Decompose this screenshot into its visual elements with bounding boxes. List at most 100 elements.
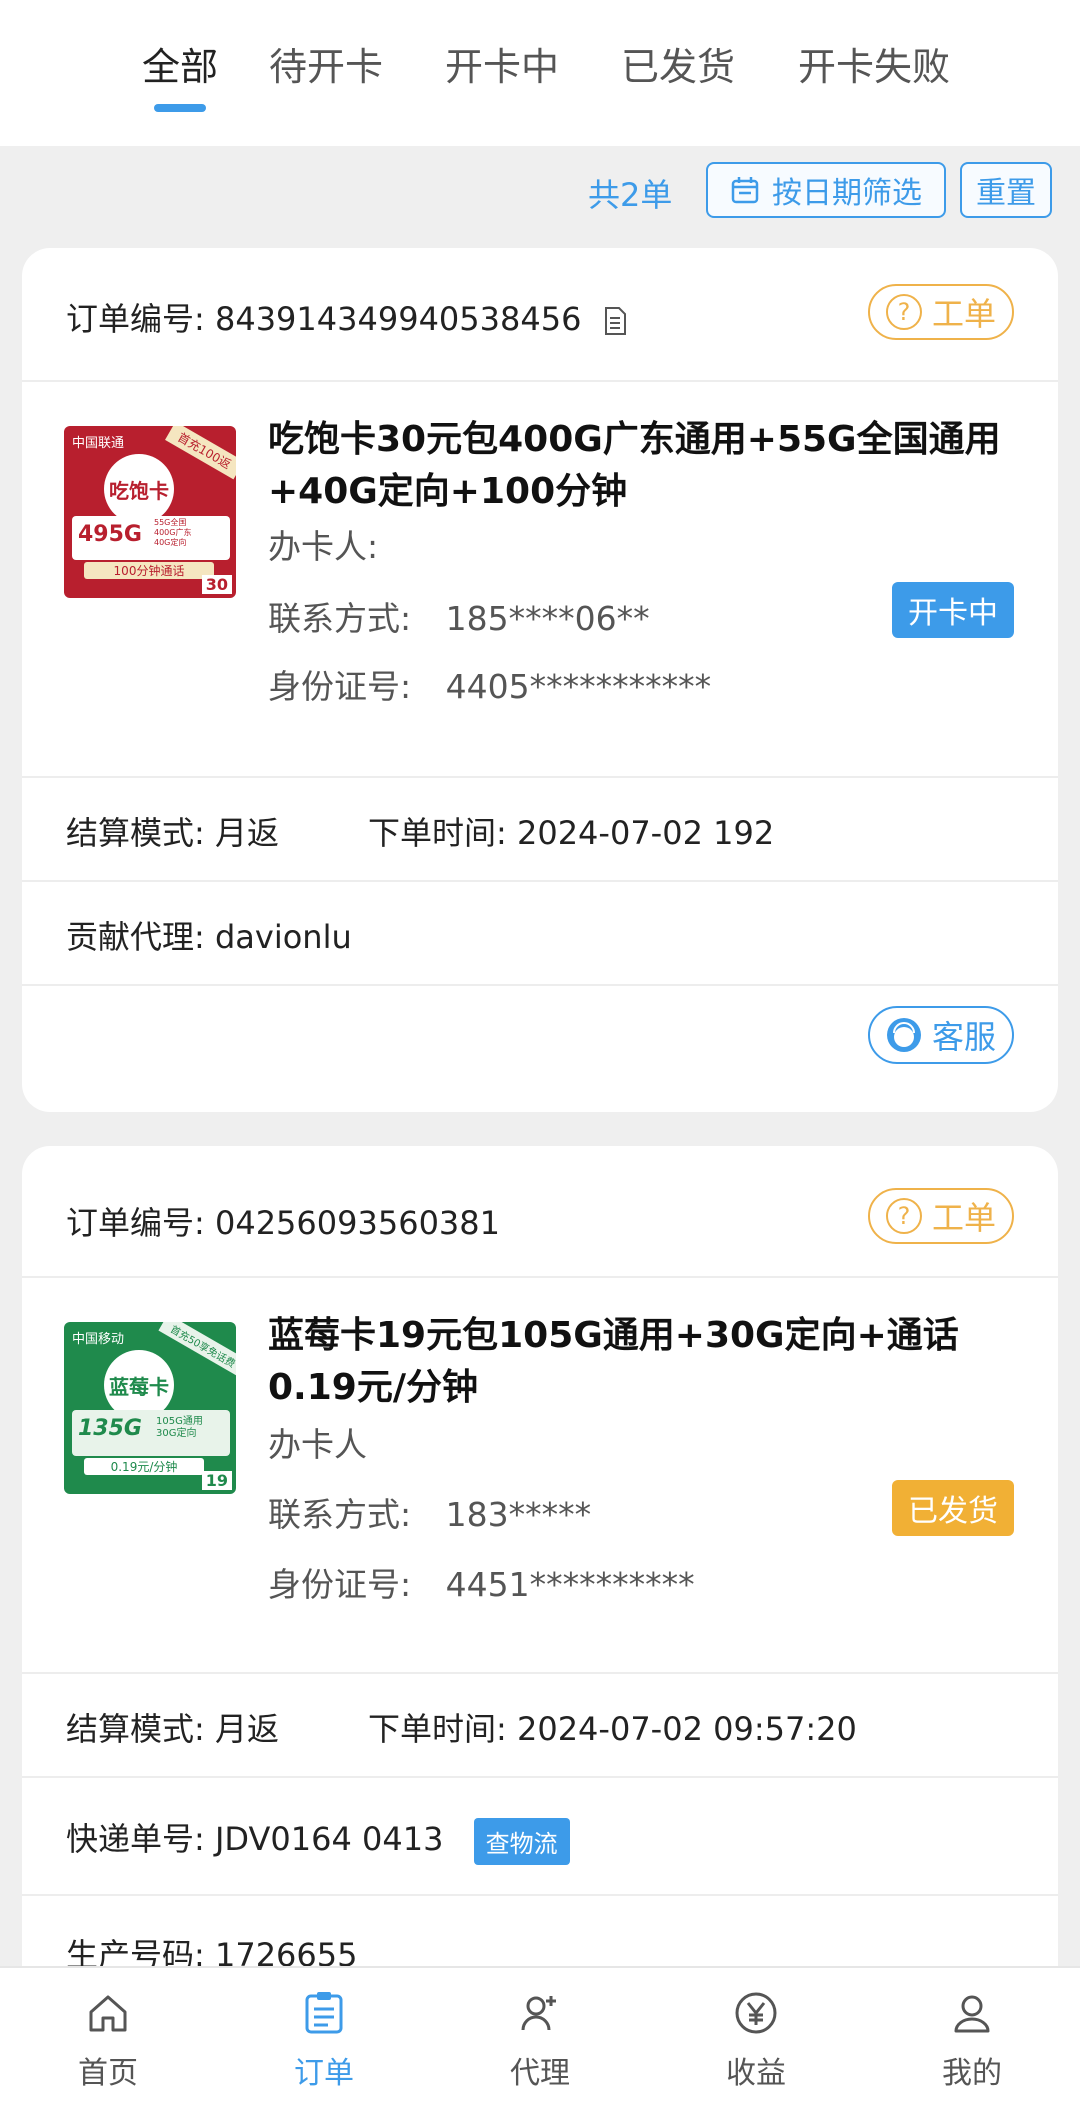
order-time-label: 下单时间: [368, 1710, 507, 1748]
bottom-nav: 首页 订单 代理 收益 我的 [0, 1966, 1080, 2126]
service-label: 客服 [931, 1018, 996, 1056]
service-row: 客服 [22, 984, 1058, 1112]
nav-label: 代理 [510, 2056, 570, 2091]
order-time-label: 下单时间: [368, 814, 507, 852]
card-detail-lines: 105G通用 30G定向 [156, 1416, 203, 1439]
carrier-logo: 中国移动 [72, 1332, 125, 1347]
order-time: 下单时间: 2024-07-02 192 [368, 808, 774, 854]
nav-agent[interactable]: 代理 [480, 1984, 600, 2092]
track-logistics-button[interactable]: 查物流 [473, 1817, 570, 1865]
product-image: 中国移动 首充50享免话费 蓝莓卡 135G 105G通用 30G定向 0.19… [64, 1322, 236, 1494]
status-badge: 开卡中 [892, 582, 1014, 638]
nav-label: 我的 [942, 2056, 1002, 2091]
tab-active-indicator [154, 104, 206, 112]
calendar-icon [731, 177, 759, 204]
settle-row: 结算模式: 月返 下单时间: 2024-07-02 09:57:20 [22, 1672, 1058, 1776]
nav-mine[interactable]: 我的 [912, 1984, 1032, 2092]
product-image: 中国联通 首充100返 吃饱卡 495G 55G全国 400G广东 40G定向 … [64, 426, 236, 598]
date-filter-label: 按日期筛选 [772, 176, 922, 211]
order-header: 订单编号: 843914349940538456 ? 工单 [22, 248, 1058, 380]
reset-button[interactable]: 重置 [960, 162, 1052, 218]
order-number-value: 843914349940538456 [214, 300, 582, 338]
product-title: 蓝莓卡19元包105G通用+30G定向+通话0.19元/分钟 [268, 1315, 959, 1408]
date-filter-button[interactable]: 按日期筛选 [706, 162, 946, 218]
express-row: 快递单号: JDV0164 0413 查物流 [22, 1776, 1058, 1894]
user-icon [954, 1995, 990, 2033]
order-header: 订单编号: 04256093560381 ? 工单 [22, 1146, 1058, 1276]
ticket-button[interactable]: ? 工单 [868, 284, 1014, 340]
settle-label: 结算模式: [66, 1710, 205, 1748]
carrier-logo: 中国联通 [72, 436, 125, 451]
nav-earnings[interactable]: 收益 [696, 1984, 816, 2092]
tab-label: 开卡中 [444, 45, 559, 89]
agent-info: 贡献代理: davionlu [66, 912, 352, 958]
id-line: 身份证号: 4451********** [268, 1558, 695, 1606]
product-title: 吃饱卡30元包400G广东通用+55G全国通用+40G定向+100分钟 [268, 419, 1001, 512]
order-number: 订单编号: 04256093560381 [66, 1198, 500, 1244]
order-time-value: 2024-07-02 192 [516, 814, 775, 852]
card-price: 30 [201, 575, 232, 594]
tab-failed[interactable]: 开卡失败 [792, 36, 956, 116]
contact-value: 185****06** [445, 599, 650, 638]
settle-label: 结算模式: [66, 814, 205, 852]
order-number-value: 04256093560381 [214, 1204, 500, 1242]
question-icon: ? [885, 294, 922, 330]
express-value: JDV0164 0413 [214, 1820, 444, 1858]
holder-line: 办卡人 [268, 1418, 367, 1466]
nav-orders[interactable]: 订单 [264, 1984, 384, 2092]
copy-icon[interactable] [602, 306, 628, 336]
contact-label: 联系方式: [268, 1495, 412, 1534]
card-call-info: 100分钟通话 [84, 562, 214, 579]
product-section: 中国移动 首充50享免话费 蓝莓卡 135G 105G通用 30G定向 0.19… [22, 1276, 1058, 1672]
status-badge: 已发货 [892, 1480, 1014, 1536]
contact-line: 联系方式: 183***** [268, 1488, 591, 1536]
tab-activating[interactable]: 开卡中 [440, 36, 564, 116]
tab-label: 全部 [141, 45, 218, 89]
card-call-info: 0.19元/分钟 [84, 1458, 204, 1475]
tab-label: 待开卡 [268, 45, 383, 89]
id-value: 4405*********** [445, 667, 712, 706]
home-icon [89, 1995, 127, 2032]
card-name: 吃饱卡 [104, 454, 174, 524]
headset-icon [886, 1018, 921, 1052]
nav-label: 首页 [78, 2056, 138, 2091]
card-data-amount: 135G [78, 1416, 142, 1441]
holder-label: 办卡人: [268, 527, 379, 566]
agent-value: davionlu [214, 918, 352, 956]
tab-pending[interactable]: 待开卡 [264, 36, 388, 116]
contact-label: 联系方式: [268, 599, 412, 638]
settle-value: 月返 [214, 814, 279, 852]
settle-row: 结算模式: 月返 下单时间: 2024-07-02 192 [22, 776, 1058, 880]
add-user-icon [521, 1996, 556, 2031]
settle-value: 月返 [214, 1710, 279, 1748]
tab-shipped[interactable]: 已发货 [616, 36, 740, 116]
express-label: 快递单号: [66, 1820, 205, 1858]
tab-all[interactable]: 全部 [130, 36, 230, 116]
ticket-label: 工单 [931, 295, 996, 333]
agent-label: 贡献代理: [66, 918, 205, 956]
contact-value: 183***** [445, 1495, 592, 1534]
card-price: 19 [201, 1471, 232, 1490]
id-label: 身份证号: [268, 667, 412, 706]
order-number-label: 订单编号: [66, 1204, 205, 1242]
tab-label: 已发货 [620, 45, 735, 89]
order-number: 订单编号: 843914349940538456 [66, 294, 628, 340]
contact-line: 联系方式: 185****06** [268, 592, 650, 640]
id-label: 身份证号: [268, 1565, 412, 1604]
question-icon: ? [885, 1198, 922, 1234]
settle-mode: 结算模式: 月返 [66, 1704, 279, 1750]
settle-mode: 结算模式: 月返 [66, 808, 279, 854]
ticket-button[interactable]: ? 工单 [868, 1188, 1014, 1244]
holder-label: 办卡人 [268, 1425, 367, 1464]
status-tabs: 全部 待开卡 开卡中 已发货 开卡失败 [0, 0, 1080, 146]
reset-label: 重置 [976, 176, 1036, 211]
customer-service-button[interactable]: 客服 [868, 1006, 1014, 1064]
id-value: 4451********** [445, 1565, 695, 1604]
product-section: 中国联通 首充100返 吃饱卡 495G 55G全国 400G广东 40G定向 … [22, 380, 1058, 776]
nav-label: 订单 [294, 2056, 354, 2091]
nav-home[interactable]: 首页 [48, 1984, 168, 2092]
order-card: 订单编号: 843914349940538456 ? 工单 中国联通 首充100… [22, 248, 1058, 1112]
holder-line: 办卡人: [268, 520, 378, 568]
agent-row: 贡献代理: davionlu [22, 880, 1058, 984]
nav-label: 收益 [726, 2056, 786, 2091]
